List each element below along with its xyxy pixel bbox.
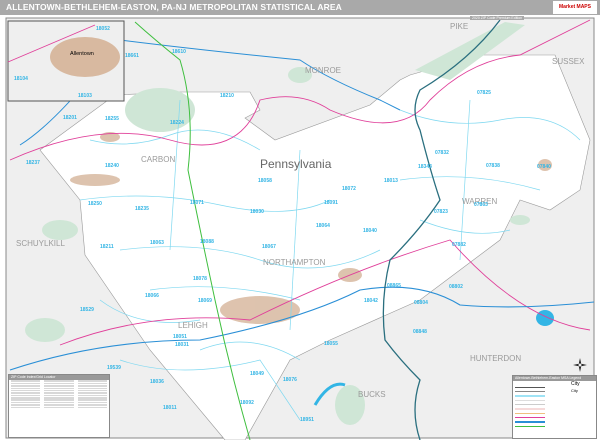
zip-label: 18237	[26, 160, 40, 166]
zip-label: 18210	[220, 93, 234, 99]
zip-label: 19539	[107, 365, 121, 371]
zip-label: 18072	[342, 186, 356, 192]
zip-label: 18036	[150, 379, 164, 385]
zip-label: 18042	[364, 298, 378, 304]
zip-label: 18071	[190, 200, 204, 206]
zip-label: 18240	[105, 163, 119, 169]
zip-label: 18201	[63, 115, 77, 121]
zip-label: 18078	[193, 276, 207, 282]
inset-city-label: Allentown	[70, 51, 94, 57]
legend-city-large: City	[571, 381, 580, 387]
inset-zip: 18104	[14, 76, 28, 82]
zip-label: 07863	[474, 202, 488, 208]
legend-city-small: City	[571, 388, 578, 393]
county-label-pike: PIKE	[450, 22, 468, 31]
zip-label: 07838	[486, 163, 500, 169]
county-label-hunterdon: HUNTERDON	[470, 354, 521, 363]
zip-index-panel[interactable]: ZIP Code Index/Grid Locator	[8, 374, 110, 438]
zip-label: 18058	[258, 178, 272, 184]
zip-label: 18066	[145, 293, 159, 299]
zip-label: 18063	[150, 240, 164, 246]
zip-label: 08865	[387, 283, 401, 289]
zip-label: 18951	[300, 417, 314, 423]
zip-label: 18064	[316, 223, 330, 229]
zip-label: 18055	[324, 341, 338, 347]
zip-label: 18343	[418, 164, 432, 170]
inset-zip: 18103	[78, 93, 92, 99]
county-label-carbon: CARBON	[141, 155, 175, 164]
zip-label: 18040	[363, 228, 377, 234]
zip-label: 18224	[170, 120, 184, 126]
county-label-northampton: NORTHAMPTON	[263, 258, 326, 267]
zip-label: 18011	[163, 405, 177, 411]
county-label-bucks: BUCKS	[358, 390, 386, 399]
zip-label: 08802	[449, 284, 463, 290]
zip-label: 18031	[175, 342, 189, 348]
zip-label: 18049	[250, 371, 264, 377]
zip-label: 18076	[283, 377, 297, 383]
state-label: Pennsylvania	[260, 157, 332, 171]
zip-label: 08848	[413, 329, 427, 335]
inset-map[interactable]: Allentown 18104 18103 18052	[7, 20, 125, 102]
legend-panel: Allentown-Bethlehem-Easton MSA Legend Ci…	[512, 375, 597, 439]
zip-label: 18030	[250, 209, 264, 215]
zip-label: 07823	[434, 209, 448, 215]
zip-label: 18067	[262, 244, 276, 250]
lake	[536, 310, 554, 326]
zip-label: 18610	[172, 49, 186, 55]
map-edition: 2020 ZIP Code Premium Edition	[470, 16, 525, 20]
county-label-lehigh: LEHIGH	[178, 321, 208, 330]
county-label-sussex: SUSSEX	[552, 57, 585, 66]
zip-label: 07825	[477, 90, 491, 96]
zip-label: 18013	[384, 178, 398, 184]
zip-label: 18250	[88, 201, 102, 207]
zip-label: 07840	[537, 164, 551, 170]
zip-label: 18211	[100, 244, 114, 250]
zip-label: 07832	[435, 150, 449, 156]
zip-label: 18088	[200, 239, 214, 245]
inset-zip: 18052	[96, 26, 110, 32]
zip-label: 18091	[324, 200, 338, 206]
zip-label: 18069	[198, 298, 212, 304]
zip-label: 18255	[105, 116, 119, 122]
county-label-schuylkill: SCHUYLKILL	[16, 239, 65, 248]
zip-label: 18051	[173, 334, 187, 340]
zip-label: 18235	[135, 206, 149, 212]
zip-label: 07882	[452, 242, 466, 248]
county-label-monroe: MONROE	[305, 66, 341, 75]
zip-label: 08804	[414, 300, 428, 306]
zip-label: 18092	[240, 400, 254, 406]
zip-label: 18661	[125, 53, 139, 59]
zip-label: 18529	[80, 307, 94, 313]
